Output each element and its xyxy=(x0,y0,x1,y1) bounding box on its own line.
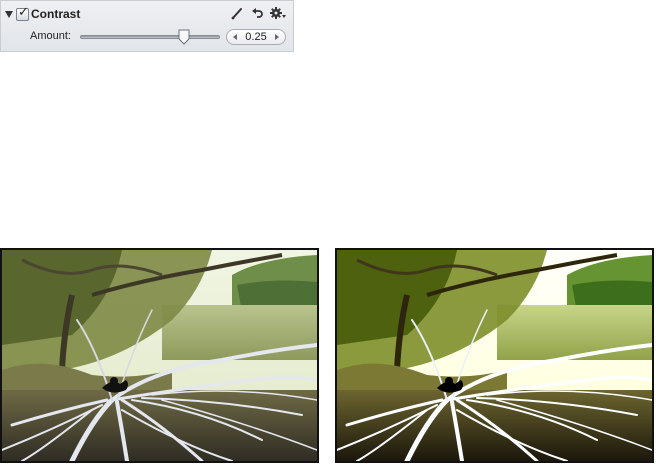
amount-label: Amount: xyxy=(30,30,71,42)
decrement-arrow-icon[interactable] xyxy=(233,34,237,40)
photo-before xyxy=(0,248,319,463)
amount-row: Amount: 0.25 xyxy=(1,27,295,47)
checkmark-icon: ✓ xyxy=(18,5,29,20)
photo-after xyxy=(335,248,654,463)
disclosure-triangle-icon[interactable] xyxy=(5,11,13,18)
panel-header: ✓ Contrast xyxy=(1,5,295,25)
landscape-image xyxy=(2,250,317,461)
reset-arrow-icon[interactable] xyxy=(250,6,264,20)
gear-icon[interactable] xyxy=(269,6,283,20)
increment-arrow-icon[interactable] xyxy=(275,34,279,40)
amount-stepper[interactable]: 0.25 xyxy=(226,29,286,45)
amount-slider[interactable] xyxy=(80,35,220,39)
contrast-adjustment-panel: ✓ Contrast Amount: 0.25 xyxy=(0,0,294,52)
amount-slider-knob[interactable] xyxy=(178,29,190,45)
panel-title: Contrast xyxy=(31,7,81,21)
landscape-image xyxy=(337,250,652,461)
contrast-enable-checkbox[interactable]: ✓ xyxy=(16,5,29,21)
gear-menu-caret-icon[interactable] xyxy=(282,15,286,18)
brush-icon[interactable] xyxy=(230,6,244,20)
amount-value[interactable]: 0.25 xyxy=(241,31,271,43)
